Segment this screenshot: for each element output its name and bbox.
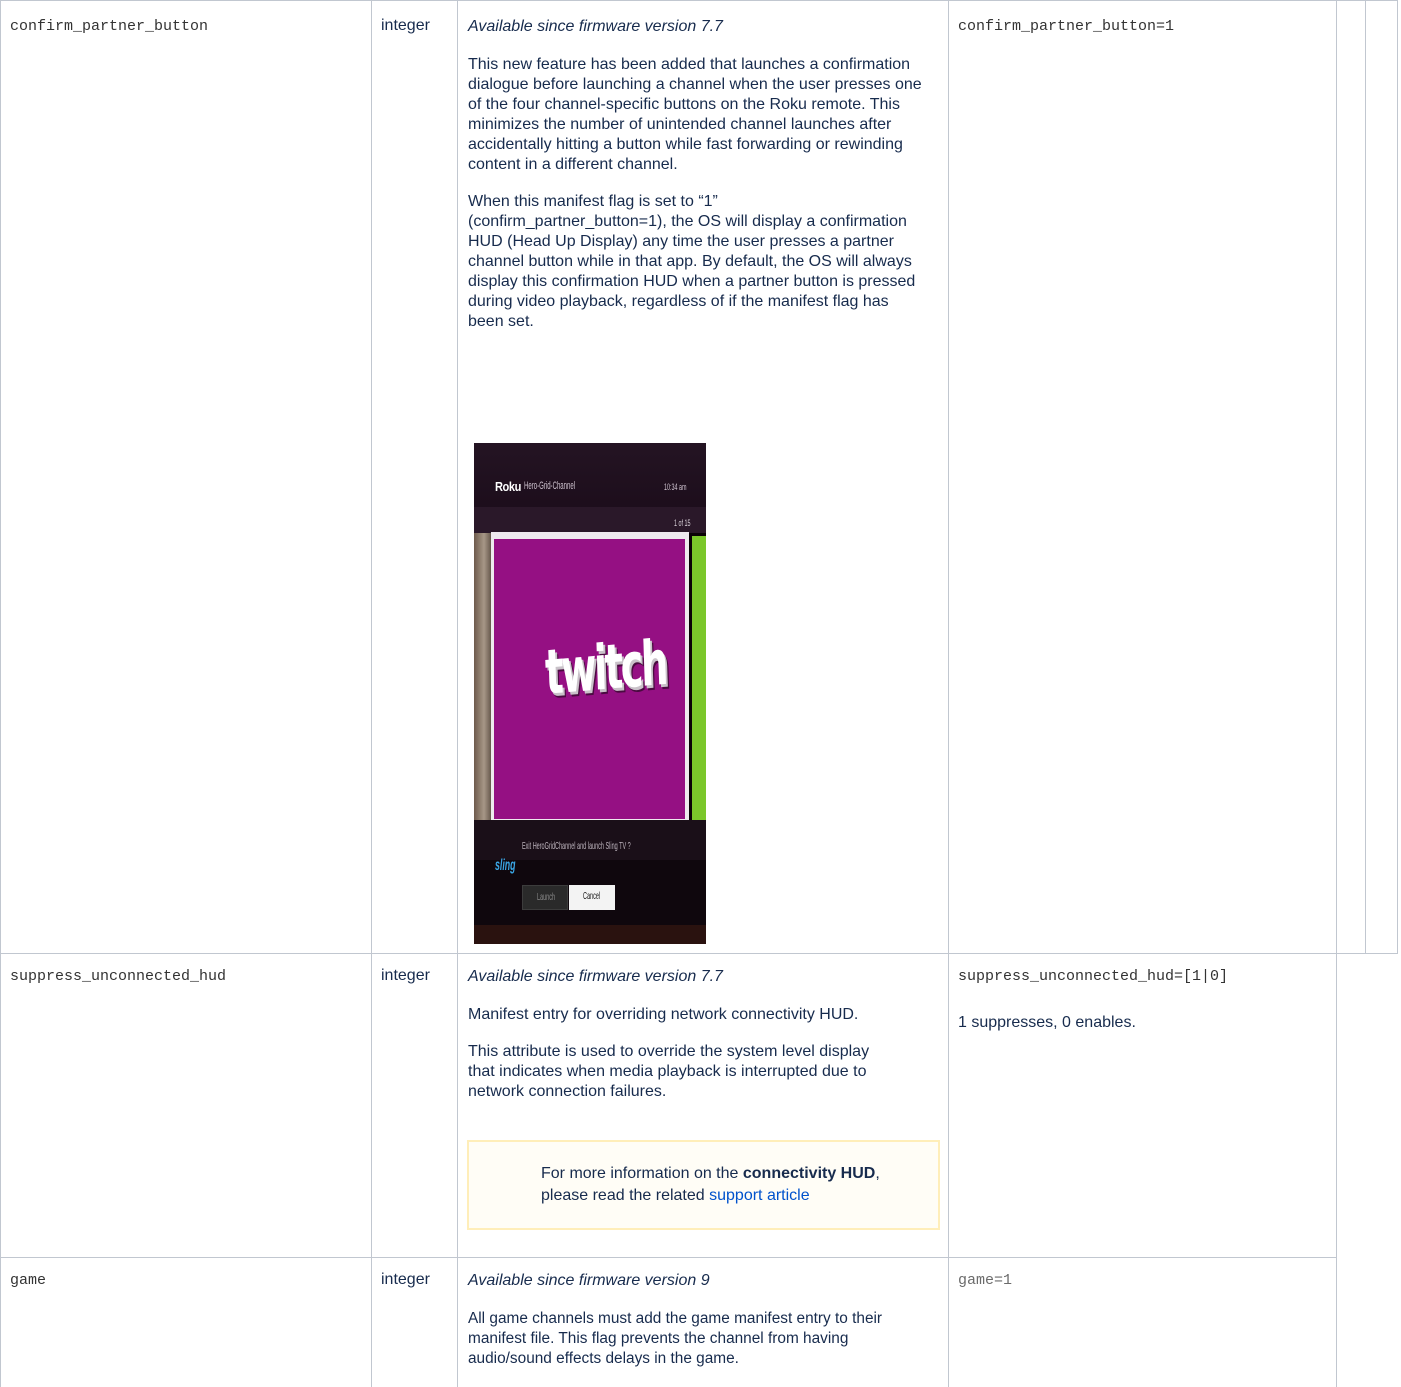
roku-logo: Roku <box>495 479 521 494</box>
description-paragraph: This attribute is used to override the s… <box>468 1043 870 1100</box>
attribute-type: integer <box>381 1271 430 1288</box>
availability-text: Available since firmware version 7.7 <box>468 968 723 985</box>
attribute-type: integer <box>381 17 430 34</box>
note-prefix: For more information on the <box>541 1165 743 1182</box>
example-value: confirm_partner_button=1 <box>958 18 1175 35</box>
info-note-text: For more information on the connectivity… <box>541 1163 911 1207</box>
channel-name: Hero-Grid-Channel <box>524 480 576 492</box>
description: Available since firmware version 7.7 Man… <box>468 967 943 1119</box>
example-value: suppress_unconnected_hud=[1|0] <box>958 968 1229 985</box>
col-divider-1 <box>371 0 372 1387</box>
info-note: For more information on the connectivity… <box>467 1140 940 1230</box>
screenshot-bottom-strip <box>474 925 706 944</box>
attribute-type: integer <box>381 967 430 984</box>
table-top-border <box>0 0 1398 1</box>
launch-label: Launch <box>537 892 556 903</box>
col-divider-5 <box>1365 0 1366 954</box>
col-divider-2 <box>457 0 458 1387</box>
availability-text: Available since firmware version 7.7 <box>468 18 723 35</box>
attribute-name: confirm_partner_button <box>10 18 209 35</box>
col-divider-6 <box>1397 0 1398 954</box>
description: Available since firmware version 7.7 Thi… <box>468 17 943 349</box>
sling-logo: sling <box>495 857 516 874</box>
confirmation-hud-screenshot: Roku Hero-Grid-Channel 10:34 am 1 of 15 … <box>474 443 706 944</box>
confirm-question: Exit HeroGridChannel and launch Sling TV… <box>522 841 631 852</box>
cancel-button: Cancel <box>569 885 615 910</box>
example-note: 1 suppresses, 0 enables. <box>958 1014 1136 1031</box>
note-bold: connectivity HUD <box>742 1165 876 1182</box>
description: Available since firmware version 9 All g… <box>468 1271 943 1386</box>
row-divider-2 <box>0 1257 1337 1258</box>
screenshot-band <box>474 507 706 533</box>
confirm-dialog-strip <box>474 820 706 860</box>
support-article-link[interactable]: support article <box>709 1187 810 1204</box>
grid-counter: 1 of 15 <box>674 518 691 528</box>
attribute-name: suppress_unconnected_hud <box>10 968 227 985</box>
attribute-name: game <box>10 1272 47 1289</box>
description-paragraph: When this manifest flag is set to “1” (c… <box>468 193 916 330</box>
clock: 10:34 am <box>664 482 687 492</box>
row-divider-1 <box>0 953 1398 954</box>
cancel-label: Cancel <box>583 891 601 902</box>
availability-text: Available since firmware version 9 <box>468 1272 710 1289</box>
launch-button: Launch <box>522 885 568 910</box>
twitch-logo: twitch <box>544 625 667 709</box>
col-divider-3 <box>948 0 949 1387</box>
table-left-border <box>0 0 1 1387</box>
description-paragraph: Manifest entry for overriding network co… <box>468 1006 859 1023</box>
col-divider-4 <box>1336 0 1337 1387</box>
poster-right <box>692 536 706 821</box>
description-paragraph: This new feature has been added that lau… <box>468 56 922 173</box>
example-value: game=1 <box>958 1272 1013 1289</box>
description-paragraph: All game channels must add the game mani… <box>468 1310 883 1367</box>
